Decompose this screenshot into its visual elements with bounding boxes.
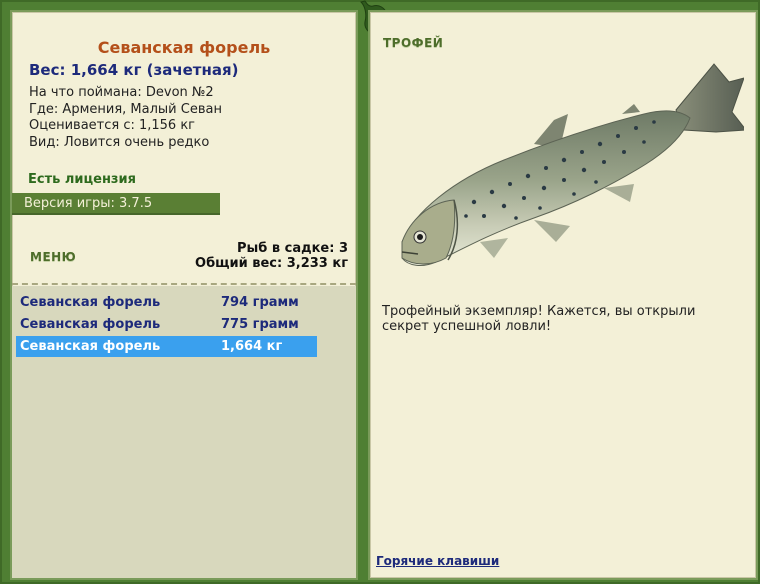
keeper-total-weight: Общий вес: 3,233 кг xyxy=(195,256,348,271)
catch-weight: 794 грамм xyxy=(221,295,299,310)
detail-threshold: Оценивается с: 1,156 кг xyxy=(29,118,196,133)
version-bar: Версия игры: 3.7.5 xyxy=(12,193,220,215)
detail-location: Где: Армения, Малый Севан xyxy=(29,101,222,117)
catch-name: Севанская форель xyxy=(20,317,161,332)
catch-name: Севанская форель xyxy=(20,339,161,354)
trout-image xyxy=(401,63,744,266)
hotkeys-link[interactable]: Горячие клавиши xyxy=(376,554,499,568)
fish-details: На что поймана: Devon №2 Где: Армения, М… xyxy=(29,85,222,151)
catch-weight: 1,664 кг xyxy=(221,339,283,354)
list-item[interactable]: Севанская форель 775 грамм xyxy=(16,314,317,335)
trophy-description: Трофейный экземпляр! Кажется, вы открыли… xyxy=(382,304,696,334)
catch-weight: 775 грамм xyxy=(221,317,299,332)
catch-info-panel: Севанская форель Вес: 1,664 кг (зачетная… xyxy=(12,12,356,578)
detail-bait: На что поймана: Devon №2 xyxy=(29,85,214,100)
catch-name: Севанская форель xyxy=(20,295,161,310)
detail-rarity: Вид: Ловится очень редко xyxy=(29,134,210,150)
list-item-selected[interactable]: Севанская форель 1,664 кг xyxy=(16,336,317,357)
trophy-title: ТРОФЕЙ xyxy=(383,36,444,50)
fish-name: Севанская форель xyxy=(97,38,271,57)
list-item[interactable]: Севанская форель 794 грамм xyxy=(16,292,317,313)
trophy-panel: ТРОФЕЙ Трофейный экземпляр! Кажется, вы … xyxy=(370,12,756,578)
keeper-count: Рыб в садке: 3 xyxy=(236,241,348,256)
license-status: Есть лицензия xyxy=(28,172,136,187)
fish-weight: Вес: 1,664 кг (зачетная) xyxy=(29,61,239,79)
keeper-summary: Рыб в садке: 3 Общий вес: 3,233 кг xyxy=(195,241,348,271)
catch-list: Севанская форель 794 грамм Севанская фор… xyxy=(12,286,356,578)
menu-button[interactable]: МЕНЮ xyxy=(30,250,76,264)
divider xyxy=(12,283,356,285)
